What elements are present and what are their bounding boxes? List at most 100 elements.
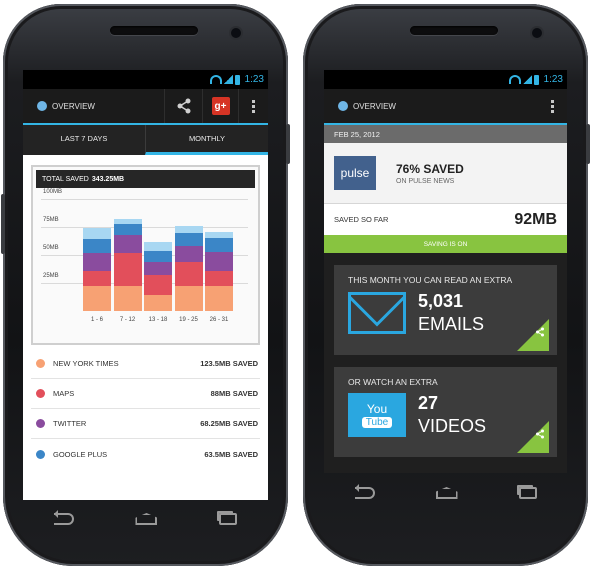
gridline — [41, 227, 248, 228]
youtube-tube: Tube — [361, 417, 393, 428]
bar-segment — [113, 223, 142, 235]
bar-segment — [83, 270, 111, 287]
legend-swatch — [36, 449, 45, 459]
bar-segment — [174, 232, 203, 247]
app-icon[interactable] — [37, 101, 47, 111]
bar-segment — [113, 286, 142, 311]
bar-segment — [205, 270, 233, 287]
share-icon — [177, 98, 190, 114]
overflow-menu-button[interactable] — [537, 89, 567, 123]
overflow-menu-button[interactable] — [238, 89, 268, 123]
period-tabs: LAST 7 DAYS MONTHLY — [23, 125, 268, 155]
actionbar-title[interactable]: OVERVIEW — [52, 102, 95, 111]
nav-bar — [324, 474, 567, 512]
legend-value: 88MB SAVED — [210, 389, 258, 398]
savings-chart-card: TOTAL SAVED 343.25MB 100MB 75MB 50MB 25MB 1 … — [31, 165, 260, 345]
bar-segment — [83, 252, 111, 271]
promo-line: THIS MONTH YOU CAN READ AN EXTRA — [348, 275, 513, 285]
saving-status-badge[interactable]: SAVING IS ON — [324, 235, 567, 253]
stacked-bar[interactable] — [113, 219, 142, 311]
back-icon[interactable] — [53, 510, 74, 525]
legend-swatch — [36, 389, 45, 398]
volume-key — [1, 194, 5, 254]
tab-monthly[interactable]: MONTHLY — [145, 125, 268, 155]
recent-apps-icon[interactable] — [518, 487, 537, 499]
google-plus-button[interactable]: g+ — [202, 89, 238, 123]
status-clock: 1:23 — [543, 74, 563, 85]
share-icon — [536, 429, 544, 439]
recent-apps-icon[interactable] — [219, 513, 238, 525]
promo-unit: VIDEOS — [418, 416, 487, 436]
bar-segment — [144, 275, 172, 296]
status-bar: 1:23 — [23, 70, 268, 89]
actionbar-title[interactable]: OVERVIEW — [353, 102, 396, 111]
right-screen: 1:23 OVERVIEW FEB 25, 2012 pulse 76% SAV… — [324, 70, 567, 473]
front-camera — [231, 28, 241, 38]
bar-segment — [174, 261, 203, 287]
chart-title-total: 343.25MB — [91, 175, 125, 183]
action-bar: OVERVIEW — [324, 89, 567, 123]
youtube-icon: You Tube — [348, 393, 406, 437]
bar-segment — [205, 286, 233, 311]
saved-summary: pulse 76% SAVED ON PULSE NEWS — [324, 143, 567, 203]
saved-subtitle: ON PULSE NEWS — [396, 177, 455, 185]
legend-item[interactable]: TWITTER 68.25MB SAVED — [31, 409, 260, 439]
bar-segment — [205, 251, 233, 271]
chart-title: TOTAL SAVED 343.25MB — [36, 170, 255, 188]
status-clock: 1:23 — [244, 74, 264, 85]
app-icon[interactable] — [338, 101, 348, 111]
bar-segment — [113, 234, 142, 253]
bar-segment — [113, 252, 142, 287]
legend-value: 68.25MB SAVED — [200, 419, 258, 428]
status-bar: 1:23 — [324, 70, 567, 89]
promo-number: 5,031 — [418, 291, 464, 311]
wifi-icon — [508, 75, 521, 84]
bar-segment — [144, 241, 172, 251]
legend-swatch — [36, 419, 45, 428]
bar-segment — [144, 295, 172, 311]
legend-item[interactable]: GOOGLE PLUS 63.5MB SAVED — [31, 439, 260, 469]
promo-line: OR WATCH AN EXTRA — [348, 377, 438, 387]
legend-name: TWITTER — [53, 419, 87, 428]
bar-segment — [205, 231, 233, 239]
front-camera — [532, 28, 542, 38]
y-tick-label: 25MB — [43, 273, 59, 279]
action-bar: OVERVIEW g+ — [23, 89, 268, 123]
stacked-bar[interactable] — [144, 241, 172, 311]
videos-promo: OR WATCH AN EXTRA You Tube 27 VIDEOS — [334, 367, 557, 457]
stacked-bar[interactable] — [205, 231, 233, 311]
date-header: FEB 25, 2012 — [324, 125, 567, 143]
wifi-icon — [209, 75, 222, 84]
emails-promo: THIS MONTH YOU CAN READ AN EXTRA 5,031 E… — [334, 265, 557, 355]
back-icon[interactable] — [354, 484, 375, 499]
left-screen: 1:23 OVERVIEW g+ LAST 7 DAYS MONTHLY TOT… — [23, 70, 268, 500]
left-phone: 1:23 OVERVIEW g+ LAST 7 DAYS MONTHLY TOT… — [1, 4, 290, 566]
y-tick-label: 50MB — [43, 245, 59, 251]
stacked-bar-chart: 100MB 75MB 50MB 25MB 1 - 6 7 - 12 13 - 18 19 - … — [33, 189, 258, 339]
stacked-bar[interactable] — [174, 225, 203, 311]
legend-value: 123.5MB SAVED — [200, 359, 258, 368]
tab-last-7-days[interactable]: LAST 7 DAYS — [23, 125, 145, 155]
battery-icon — [234, 74, 240, 85]
home-icon[interactable] — [435, 487, 458, 499]
home-icon[interactable] — [135, 513, 158, 525]
power-key — [286, 124, 290, 164]
saved-so-far-value: 92MB — [514, 210, 557, 228]
x-tick-label: 19 - 25 — [179, 317, 198, 323]
x-tick-label: 13 - 18 — [148, 317, 168, 323]
bar-segment — [205, 238, 233, 252]
bar-segment — [83, 286, 111, 311]
legend-item[interactable]: MAPS 88MB SAVED — [31, 379, 260, 409]
signal-icon — [223, 75, 233, 84]
stacked-bar[interactable] — [83, 228, 111, 311]
bar-segment — [144, 250, 172, 262]
mail-icon — [348, 292, 406, 334]
promo-number: 27 — [418, 393, 439, 413]
bar-segment — [174, 225, 203, 233]
legend-item[interactable]: NEW YORK TIMES 123.5MB SAVED — [31, 349, 260, 379]
bar-segment — [144, 261, 172, 276]
x-tick-label: 7 - 12 — [119, 317, 136, 323]
bar-segment — [174, 246, 203, 262]
overflow-icon — [550, 99, 554, 113]
share-button[interactable] — [164, 89, 202, 123]
